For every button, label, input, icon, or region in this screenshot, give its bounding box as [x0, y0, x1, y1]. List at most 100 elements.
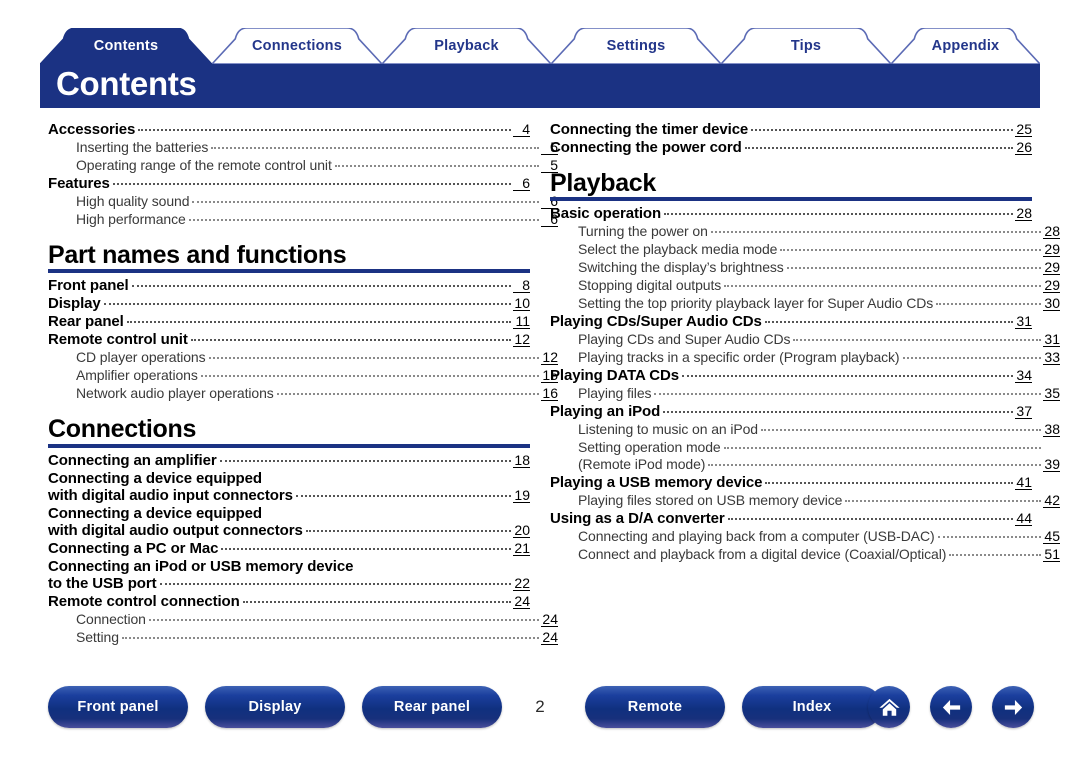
toc-page-number[interactable]: 44 [1015, 511, 1032, 527]
toc-page-number[interactable]: 4 [513, 122, 530, 137]
toc-page-number[interactable]: 29 [1043, 278, 1060, 294]
toc-page-number[interactable]: 28 [1043, 224, 1060, 240]
remote-button[interactable]: Remote [585, 686, 725, 728]
toc-entry[interactable]: Setting 24 [48, 628, 558, 646]
toc-page-number[interactable]: 29 [1043, 260, 1060, 276]
toc-page-number[interactable]: 25 [1015, 122, 1032, 137]
toc-entry-label: with digital audio output connectors [48, 521, 303, 539]
toc-page-number[interactable]: 33 [1043, 350, 1060, 366]
toc-page-number[interactable]: 34 [1015, 368, 1032, 384]
toc-page-number[interactable]: 51 [1043, 547, 1060, 563]
toc-page-number[interactable]: 28 [1015, 206, 1032, 222]
toc-page-number[interactable]: 20 [513, 523, 530, 538]
toc-entry[interactable]: Stopping digital outputs 29 [550, 276, 1060, 294]
toc-entry[interactable]: Features 6 [48, 174, 530, 192]
toc-entry[interactable]: Connecting a device equipped [48, 469, 530, 486]
toc-page-number[interactable]: 41 [1015, 475, 1032, 491]
toc-page-number[interactable]: 12 [513, 332, 530, 348]
toc-entry[interactable]: Rear panel 11 [48, 312, 530, 330]
toc-page-number[interactable]: 38 [1043, 422, 1060, 438]
front-panel-button[interactable]: Front panel [48, 686, 188, 728]
toc-entry[interactable]: Display 10 [48, 294, 530, 312]
arrow-left-icon[interactable] [930, 686, 972, 728]
arrow-right-icon[interactable] [992, 686, 1034, 728]
toc-entry[interactable]: Connecting the power cord 26 [550, 138, 1032, 156]
display-button[interactable]: Display [205, 686, 345, 728]
toc-page-number[interactable]: 8 [513, 278, 530, 294]
toc-page-number[interactable]: 22 [513, 576, 530, 591]
toc-entry[interactable]: Connecting an amplifier 18 [48, 451, 530, 469]
toc-entry[interactable]: Accessories 4 [48, 120, 530, 138]
toc-entry[interactable]: Connecting and playing back from a compu… [550, 527, 1060, 545]
toc-page-number[interactable]: 42 [1043, 493, 1060, 509]
toc-page-number[interactable]: 19 [513, 488, 530, 503]
toc-entry[interactable]: Select the playback media mode 29 [550, 240, 1060, 258]
toc-entry[interactable]: Inserting the batteries 5 [48, 138, 558, 156]
toc-entry[interactable]: Amplifier operations 15 [48, 366, 558, 384]
toc-entry[interactable]: Playing an iPod 37 [550, 402, 1032, 420]
toc-page-number[interactable]: 31 [1043, 332, 1060, 348]
toc-entry[interactable]: Turning the power on 28 [550, 222, 1060, 240]
toc-page-number[interactable]: 11 [513, 314, 530, 330]
toc-page-number[interactable]: 10 [513, 296, 530, 312]
toc-entry[interactable]: Using as a D/A converter 44 [550, 509, 1032, 527]
toc-entry[interactable]: Playing CDs/Super Audio CDs 31 [550, 312, 1032, 330]
toc-page-number[interactable]: 29 [1043, 242, 1060, 258]
index-button[interactable]: Index [742, 686, 882, 728]
toc-entry[interactable]: CD player operations 12 [48, 348, 558, 366]
toc-entry[interactable]: with digital audio output connectors 20 [48, 521, 530, 539]
tab-connections[interactable]: Connections [212, 28, 382, 64]
toc-entry[interactable]: Network audio player operations 16 [48, 384, 558, 402]
tab-playback[interactable]: Playback [382, 28, 551, 64]
toc-leader-dots [121, 636, 539, 639]
tab-contents[interactable]: Contents [40, 28, 212, 64]
toc-page-number[interactable]: 24 [541, 630, 558, 645]
toc-entry[interactable]: Playing a USB memory device 41 [550, 473, 1032, 491]
toc-entry[interactable]: High quality sound6 [48, 192, 558, 210]
toc-page-number[interactable]: 31 [1015, 314, 1032, 330]
toc-entry[interactable]: Connecting the timer device 25 [550, 120, 1032, 138]
toc-entry[interactable]: Playing files stored on USB memory devic… [550, 491, 1060, 509]
toc-page-number[interactable]: 18 [513, 453, 530, 468]
toc-entry[interactable]: Playing tracks in a specific order (Prog… [550, 348, 1060, 366]
toc-page-number[interactable]: 39 [1043, 457, 1060, 473]
toc-entry[interactable]: Connecting an iPod or USB memory device [48, 557, 530, 574]
toc-entry[interactable]: with digital audio input connectors 19 [48, 486, 530, 504]
toc-page-number[interactable]: 26 [1015, 140, 1032, 155]
toc-entry[interactable]: Listening to music on an iPod 38 [550, 420, 1060, 438]
toc-entry[interactable]: Playing DATA CDs 34 [550, 366, 1032, 384]
toc-entry[interactable]: Connection 24 [48, 610, 558, 628]
toc-page-number[interactable]: 37 [1015, 404, 1032, 420]
toc-entry[interactable]: Operating range of the remote control un… [48, 156, 558, 174]
toc-page-number[interactable]: 24 [541, 612, 558, 627]
page-title: Contents [56, 65, 197, 102]
toc-page-number[interactable]: 30 [1043, 296, 1060, 312]
toc-page-number[interactable]: 6 [513, 176, 530, 191]
toc-entry-label: Display [48, 295, 101, 313]
toc-page-number[interactable]: 45 [1043, 529, 1060, 545]
toc-entry[interactable]: Remote control unit 12 [48, 330, 530, 348]
toc-entry[interactable]: Connecting a device equipped [48, 504, 530, 521]
tab-settings[interactable]: Settings [551, 28, 721, 64]
home-icon[interactable] [868, 686, 910, 728]
toc-entry[interactable]: Connecting a PC or Mac 21 [48, 539, 530, 557]
toc-page-number[interactable]: 35 [1043, 386, 1060, 402]
toc-entry[interactable]: Basic operation 28 [550, 204, 1032, 222]
tab-tips[interactable]: Tips [721, 28, 891, 64]
toc-page-number[interactable]: 21 [513, 541, 530, 556]
toc-entry[interactable]: Switching the display’s brightness 29 [550, 258, 1060, 276]
rear-panel-button[interactable]: Rear panel [362, 686, 502, 728]
tab-appendix[interactable]: Appendix [891, 28, 1040, 64]
toc-leader-dots [681, 375, 1013, 378]
toc-entry[interactable]: to the USB port 22 [48, 574, 530, 592]
toc-entry[interactable]: Setting the top priority playback layer … [550, 294, 1060, 312]
toc-entry[interactable]: Setting operation mode [550, 438, 1060, 455]
toc-entry[interactable]: Playing files 35 [550, 384, 1060, 402]
toc-page-number[interactable]: 24 [513, 594, 530, 609]
toc-entry[interactable]: High performance 6 [48, 210, 558, 228]
toc-entry[interactable]: (Remote iPod mode) 39 [550, 455, 1060, 473]
toc-entry[interactable]: Remote control connection 24 [48, 592, 530, 610]
toc-entry[interactable]: Connect and playback from a digital devi… [550, 545, 1060, 563]
toc-entry[interactable]: Playing CDs and Super Audio CDs 31 [550, 330, 1060, 348]
toc-entry[interactable]: Front panel 8 [48, 276, 530, 294]
